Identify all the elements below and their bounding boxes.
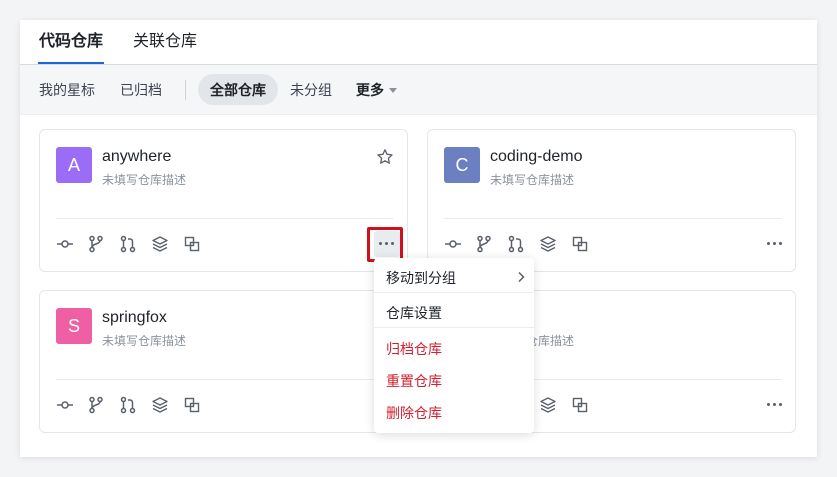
repo-name[interactable]: coding-demo xyxy=(490,147,583,167)
highlight-box xyxy=(367,227,403,262)
repo-card[interactable]: S springfox 未填写仓库描述 xyxy=(39,290,408,433)
copy-icon[interactable] xyxy=(183,235,201,253)
repo-avatar: S xyxy=(56,308,92,344)
branch-icon[interactable] xyxy=(475,235,493,253)
context-menu: 移动到分组 仓库设置 归档仓库 重置仓库 删除仓库 xyxy=(374,258,534,433)
filter-ungrouped[interactable]: 未分组 xyxy=(290,81,332,99)
repo-avatar: C xyxy=(444,147,480,183)
card-divider xyxy=(444,218,781,219)
commit-icon[interactable] xyxy=(56,396,74,414)
menu-divider xyxy=(374,327,534,328)
menu-item-move-to-group[interactable]: 移动到分组 xyxy=(386,269,456,287)
chevron-right-icon xyxy=(518,271,525,283)
filter-bar: 我的星标 已归档 全部仓库 未分组 更多 xyxy=(20,65,817,115)
merge-request-icon[interactable] xyxy=(507,235,525,253)
merge-request-icon[interactable] xyxy=(119,396,137,414)
menu-item-archive[interactable]: 归档仓库 xyxy=(386,340,442,358)
more-options-button[interactable] xyxy=(762,392,788,418)
chevron-down-icon[interactable] xyxy=(389,88,397,93)
menu-divider xyxy=(374,292,534,293)
copy-icon[interactable] xyxy=(571,235,589,253)
filter-divider xyxy=(185,80,186,100)
branch-icon[interactable] xyxy=(87,235,105,253)
more-options-button[interactable] xyxy=(762,231,788,257)
star-icon[interactable] xyxy=(376,148,394,166)
more-icon xyxy=(767,403,783,407)
repo-tabs: 代码仓库 关联仓库 xyxy=(20,20,817,65)
copy-icon[interactable] xyxy=(183,396,201,414)
repo-card[interactable]: C coding-demo 未填写仓库描述 xyxy=(427,129,796,272)
layers-icon[interactable] xyxy=(151,396,169,414)
card-divider xyxy=(56,379,393,380)
layers-icon[interactable] xyxy=(151,235,169,253)
repo-name[interactable]: springfox xyxy=(102,308,167,328)
tab-code-repos[interactable]: 代码仓库 xyxy=(39,32,103,52)
copy-icon[interactable] xyxy=(571,396,589,414)
filter-all[interactable]: 全部仓库 xyxy=(210,81,266,99)
more-icon xyxy=(767,242,783,246)
active-tab-underline xyxy=(38,62,104,64)
filter-archived[interactable]: 已归档 xyxy=(120,81,162,99)
repo-description: 未填写仓库描述 xyxy=(102,173,187,187)
menu-item-repo-settings[interactable]: 仓库设置 xyxy=(386,304,442,322)
branch-icon[interactable] xyxy=(87,396,105,414)
repo-name[interactable]: anywhere xyxy=(102,147,171,167)
repo-card[interactable]: A anywhere 未填写仓库描述 xyxy=(39,129,408,272)
layers-icon[interactable] xyxy=(539,235,557,253)
layers-icon[interactable] xyxy=(539,396,557,414)
filter-starred[interactable]: 我的星标 xyxy=(39,81,95,99)
commit-icon[interactable] xyxy=(444,235,462,253)
tab-linked-repos[interactable]: 关联仓库 xyxy=(133,32,197,52)
repo-avatar: A xyxy=(56,147,92,183)
menu-item-delete[interactable]: 删除仓库 xyxy=(386,404,442,422)
merge-request-icon[interactable] xyxy=(119,235,137,253)
repo-description: 未填写仓库描述 xyxy=(102,334,187,348)
menu-item-reset[interactable]: 重置仓库 xyxy=(386,372,442,390)
filter-more[interactable]: 更多 xyxy=(356,81,384,99)
card-divider xyxy=(56,218,393,219)
repo-description: 未填写仓库描述 xyxy=(490,173,575,187)
commit-icon[interactable] xyxy=(56,235,74,253)
